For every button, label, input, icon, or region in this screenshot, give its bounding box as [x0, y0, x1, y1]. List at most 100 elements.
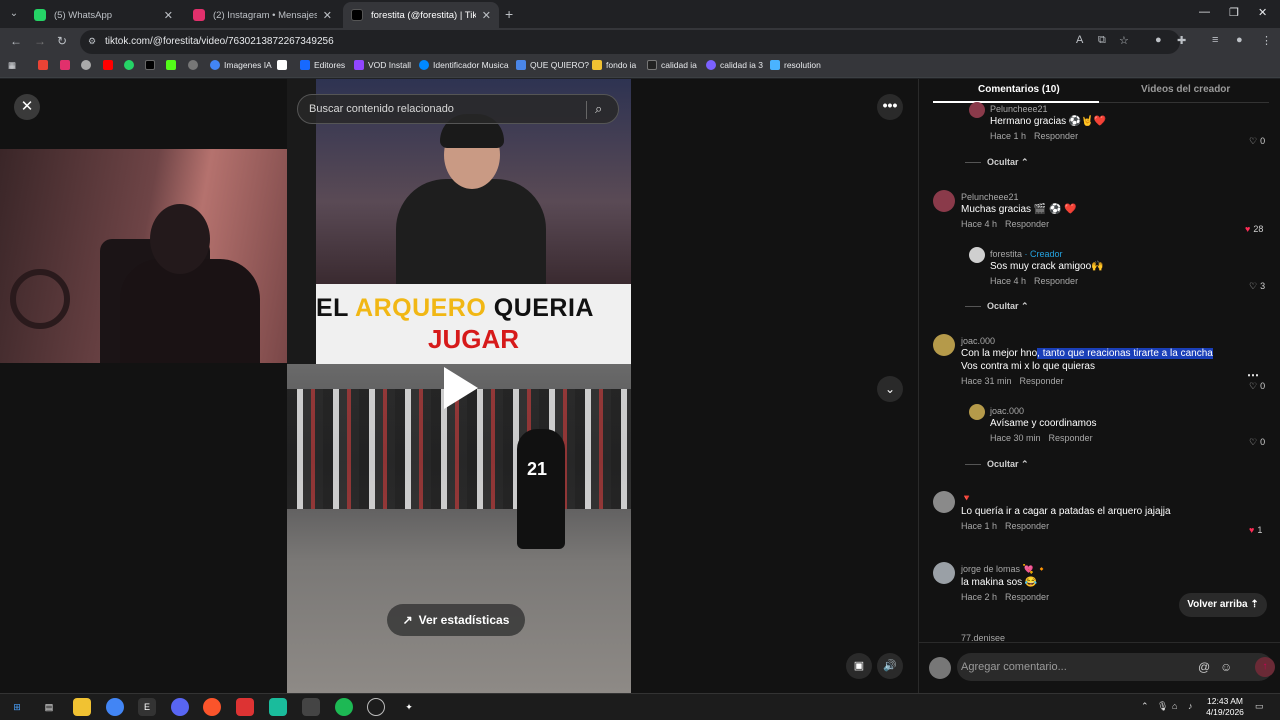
search-icon[interactable]: ⌕	[595, 101, 602, 117]
profile-avatar[interactable]: ●	[1236, 34, 1243, 46]
avatar[interactable]	[969, 404, 985, 420]
youtube-icon[interactable]	[103, 60, 117, 70]
hide-replies-button[interactable]: Ocultar ⌃	[965, 459, 1029, 470]
bookmark-fondo-ia[interactable]: fondo ia	[592, 60, 636, 70]
like-button[interactable]: ♥ 1	[1249, 525, 1262, 535]
chrome-icon[interactable]	[106, 698, 124, 716]
obs-icon[interactable]	[367, 698, 385, 716]
back-icon[interactable]: ←	[10, 34, 22, 48]
bookmark-vod-install[interactable]: VOD Install	[354, 60, 411, 70]
clock[interactable]: 12:43 AM 4/19/2026	[1200, 696, 1250, 718]
address-bar[interactable]: ⚙ tiktok.com/@forestita/video/7630213872…	[80, 30, 1180, 54]
like-button[interactable]: ♡ 0	[1249, 381, 1265, 392]
tiktok-bookmark-icon[interactable]	[145, 60, 159, 70]
translate-icon[interactable]: A	[1076, 34, 1083, 46]
kick-icon[interactable]	[166, 60, 180, 70]
bookmark-calidad-ia[interactable]: calidad ia	[647, 60, 697, 70]
epic-games-icon[interactable]: E	[138, 698, 156, 716]
bookmark-editores[interactable]: Editores	[300, 60, 345, 70]
close-tab-icon[interactable]: ✕	[164, 9, 173, 22]
bookmark-resolution[interactable]: resolution	[770, 60, 821, 70]
bookmark-identificador-musica[interactable]: Identificador Musica	[419, 60, 509, 70]
add-comment-input[interactable]: Agregar comentario... @ ☺ ↑	[957, 653, 1275, 681]
avatar[interactable]	[933, 491, 955, 513]
file-explorer-icon[interactable]	[73, 698, 91, 716]
apps-icon[interactable]: ▦	[8, 60, 16, 71]
volume-icon[interactable]: 🔊	[877, 653, 903, 679]
play-icon[interactable]	[444, 367, 478, 409]
reload-icon[interactable]: ↻	[57, 34, 67, 48]
start-icon[interactable]: ⊞	[8, 698, 26, 716]
bookmark-star-icon[interactable]: ☆	[1119, 34, 1129, 47]
instagram-bookmark-icon[interactable]	[60, 60, 74, 70]
tray-arrow-icon[interactable]: ⌃	[1141, 701, 1149, 712]
app-icon[interactable]: ✦	[400, 698, 418, 716]
cast-icon[interactable]: ⧉	[1098, 34, 1106, 47]
notifications-icon[interactable]: ▭	[1255, 701, 1264, 712]
like-button[interactable]: ♥ 28	[1245, 224, 1263, 234]
whatsapp-bookmark-icon[interactable]	[124, 60, 138, 70]
like-button[interactable]: ♡ 0	[1249, 136, 1265, 147]
stats-button[interactable]: ↗ Ver estadísticas	[387, 604, 525, 636]
globe-icon[interactable]	[188, 60, 202, 70]
bookmark-calidad-ia-3[interactable]: calidad ia 3	[706, 60, 763, 70]
close-video-button[interactable]: ✕	[14, 94, 40, 120]
bookmark-icon[interactable]	[81, 60, 95, 70]
reply-button[interactable]: Responder	[1049, 433, 1093, 443]
mic-icon[interactable]: 🎙	[1157, 701, 1168, 712]
related-search-input[interactable]: Buscar contenido relacionado ⌕	[297, 94, 619, 124]
app-icon[interactable]	[269, 698, 287, 716]
tab-creator-videos[interactable]: Videos del creador	[1141, 84, 1230, 95]
close-window-icon[interactable]: ✕	[1258, 6, 1267, 19]
new-tab-button[interactable]: +	[505, 6, 513, 22]
menu-icon[interactable]: ⋮	[1261, 34, 1272, 47]
gmail-icon[interactable]	[38, 60, 52, 70]
back-to-top-button[interactable]: Volver arriba ⇡	[1179, 593, 1267, 617]
reply-button[interactable]: Responder	[1034, 276, 1078, 286]
hide-replies-button[interactable]: Ocultar ⌃	[965, 157, 1029, 168]
spotify-icon[interactable]	[335, 698, 353, 716]
like-button[interactable]: ♡ 0	[1249, 437, 1265, 448]
voicemeeter-icon[interactable]	[236, 698, 254, 716]
restore-icon[interactable]: ❐	[1229, 6, 1239, 19]
extension-badge-icon[interactable]: ●	[1155, 34, 1162, 46]
avatar[interactable]	[929, 657, 951, 679]
bookmark-imagenes-ia[interactable]: Imagenes IA	[210, 60, 272, 70]
tab-instagram[interactable]: (2) Instagram • Mensajes ✕	[185, 2, 340, 28]
discord-icon[interactable]	[171, 698, 189, 716]
avatar[interactable]	[969, 102, 985, 118]
reply-button[interactable]: Responder	[1005, 592, 1049, 602]
like-button[interactable]: ♡ 3	[1249, 281, 1265, 292]
hide-replies-button[interactable]: Ocultar ⌃	[965, 301, 1029, 312]
tab-whatsapp[interactable]: (5) WhatsApp ✕	[26, 2, 181, 28]
comment-options-icon[interactable]: ⋯	[1247, 368, 1259, 382]
more-options-button[interactable]: •••	[877, 94, 903, 120]
floating-player-icon[interactable]: ▣	[846, 653, 872, 679]
tab-comments[interactable]: Comentarios (10)	[978, 84, 1060, 95]
send-icon[interactable]: ↑	[1255, 657, 1275, 677]
site-info-icon[interactable]: ⚙	[88, 36, 96, 47]
close-tab-icon[interactable]: ✕	[482, 9, 491, 22]
mention-icon[interactable]: @	[1198, 660, 1210, 674]
forward-icon[interactable]: →	[34, 34, 46, 48]
avatar[interactable]	[933, 562, 955, 584]
reply-button[interactable]: Responder	[1034, 131, 1078, 141]
tab-search-icon[interactable]: ⌄	[6, 6, 22, 22]
bookmark-que-quiero[interactable]: QUE QUIERO?	[516, 60, 589, 70]
network-icon[interactable]: ⌂	[1172, 701, 1177, 711]
tab-tiktok[interactable]: forestita (@forestita) | TikTok ✕	[343, 2, 499, 28]
minimize-icon[interactable]: —	[1199, 6, 1210, 18]
avatar[interactable]	[933, 334, 955, 356]
media-icon[interactable]: ≡	[1212, 34, 1218, 46]
avatar[interactable]	[933, 190, 955, 212]
brave-icon[interactable]	[203, 698, 221, 716]
volume-tray-icon[interactable]: ♪	[1188, 701, 1193, 711]
reply-button[interactable]: Responder	[1005, 219, 1049, 229]
notion-icon[interactable]	[277, 60, 291, 70]
next-video-button[interactable]: ⌄	[877, 376, 903, 402]
task-view-icon[interactable]: ▤	[40, 698, 58, 716]
emoji-icon[interactable]: ☺	[1220, 660, 1232, 674]
reply-button[interactable]: Responder	[1005, 521, 1049, 531]
extensions-icon[interactable]: ✚	[1177, 34, 1186, 47]
close-tab-icon[interactable]: ✕	[323, 9, 332, 22]
